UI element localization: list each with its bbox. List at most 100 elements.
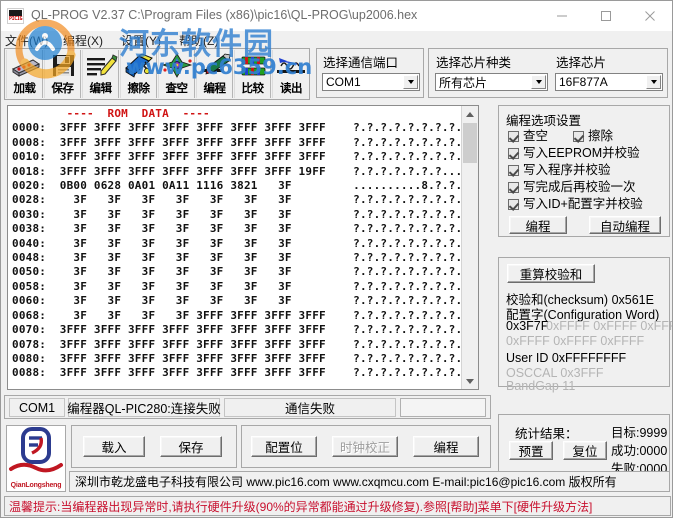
hex-row: 0078: 3FFF 3FFF 3FFF 3FFF 3FFF 3FFF 3FFF… <box>12 337 462 351</box>
toolbar-label-erase: 擦除 <box>127 83 151 95</box>
chip-combobox-value: 16F877A <box>559 75 608 89</box>
chevron-down-icon[interactable] <box>403 75 418 89</box>
program-button[interactable]: 编程 <box>509 216 567 234</box>
stat-target: 目标:9999 <box>611 426 668 440</box>
clock-calibration-button: 时钟校正 <box>332 436 398 457</box>
checkbox-label: 写入程序并校验 <box>523 163 611 177</box>
hex-row: 0018: 3FFF 3FFF 3FFF 3FFF 3FFF 3FFF 3FFF… <box>12 164 462 178</box>
hex-row: 0038: 3F 3F 3F 3F 3F 3F 3F ?.?.?.?.?.?.?… <box>12 222 462 236</box>
device-actions-group: 配置位 时钟校正 编程 <box>241 425 491 468</box>
port-selector-label: 选择通信端口 <box>323 56 399 70</box>
reset-button[interactable]: 复位 <box>563 441 607 460</box>
hex-rows-container: ---- ROM DATA ---- 0000: 3FFF 3FFF 3FFF … <box>8 106 462 389</box>
checkbox-label: 擦除 <box>588 129 614 143</box>
statistics-title: 统计结果： <box>515 427 578 441</box>
checkbox-box <box>508 182 519 193</box>
hex-row: 0010: 3FFF 3FFF 3FFF 3FFF 3FFF 3FFF 3FFF… <box>12 150 462 164</box>
hex-row: 0088: 3FFF 3FFF 3FFF 3FFF 3FFF 3FFF 3FFF… <box>12 366 462 380</box>
checkbox-box <box>508 165 519 176</box>
menu-item-settings[interactable]: 设置(Y) <box>121 32 161 49</box>
rom-data-header: ---- ROM DATA ---- <box>12 107 210 120</box>
erase-icon <box>123 52 156 79</box>
scrollbar-thumb[interactable] <box>463 123 477 163</box>
chip-type-combobox-value: 所有芯片 <box>439 75 488 90</box>
window-controls <box>540 1 672 31</box>
load-icon <box>9 52 42 79</box>
checkbox-write-eeprom-verify[interactable]: 写入EEPROM并校验 <box>508 146 640 160</box>
hex-row: 0040: 3F 3F 3F 3F 3F 3F 3F ?.?.?.?.?.?.?… <box>12 236 462 250</box>
toolbar-button-save[interactable]: 保存 <box>44 50 81 98</box>
program-bottom-button[interactable]: 编程 <box>413 436 479 457</box>
status-device: 编程器QL-PIC280:连接失败 <box>67 398 221 417</box>
toolbar-button-erase[interactable]: 擦除 <box>120 50 157 98</box>
title-bar: PICIG QL-PROG V2.37 C:\Program Files (x8… <box>1 1 672 32</box>
checkbox-label: 写入EEPROM并校验 <box>523 146 640 160</box>
toolbar-button-read[interactable]: 读出 <box>272 50 309 98</box>
hex-row: 0000: 3FFF 3FFF 3FFF 3FFF 3FFF 3FFF 3FFF… <box>12 121 462 135</box>
hex-row: 0008: 3FFF 3FFF 3FFF 3FFF 3FFF 3FFF 3FFF… <box>12 135 462 149</box>
auto-program-button[interactable]: 自动编程 <box>589 216 661 234</box>
chevron-down-icon[interactable] <box>646 75 661 89</box>
menu-item-help[interactable]: 帮助(Z) <box>179 32 218 49</box>
toolbar-button-blankcheck[interactable]: 查空 <box>158 50 195 98</box>
toolbar-label-blankcheck: 查空 <box>165 83 189 95</box>
config-word-line2: 0xFFFF 0xFFFF 0xFFFF <box>506 334 645 348</box>
status-comm: 通信失败 <box>224 398 396 417</box>
checkbox-verify-again[interactable]: 写完成后再校验一次 <box>508 180 636 194</box>
toolbar-button-load[interactable]: 加载 <box>6 50 43 98</box>
program-options-title: 编程选项设置 <box>506 114 582 128</box>
maximize-icon[interactable] <box>584 1 628 31</box>
chip-selector-group: 选择芯片种类 所有芯片 选择芯片 16F877A <box>428 48 668 98</box>
bandgap-value: BandGap 11 <box>506 379 576 393</box>
close-icon[interactable] <box>628 1 672 31</box>
qianlongsheng-mark-icon <box>9 427 63 473</box>
logo-text: QianLongsheng <box>10 482 62 489</box>
chip-combobox[interactable]: 16F877A <box>555 73 663 91</box>
checkbox-erase[interactable]: 擦除 <box>573 129 613 143</box>
checksum-panel: 重算校验和 校验和(checksum) 0x561E 配置字(Configura… <box>498 257 672 393</box>
toolbar-button-compare[interactable]: 比较 <box>234 50 271 98</box>
toolbar-button-edit[interactable]: 编辑 <box>82 50 119 98</box>
checkbox-blankcheck[interactable]: 查空 <box>508 129 548 143</box>
scroll-down-icon[interactable] <box>462 373 478 389</box>
toolbar-label-program: 编程 <box>203 83 227 95</box>
toolbar-label-read: 读出 <box>280 83 303 95</box>
hex-row: 0070: 3FFF 3FFF 3FFF 3FFF 3FFF 3FFF 3FFF… <box>12 323 462 337</box>
toolbar-label-load: 加载 <box>13 83 37 95</box>
app-icon: PICIG <box>7 8 24 24</box>
port-selector-group: 选择通信端口 COM1 <box>316 48 424 98</box>
checkbox-box <box>508 199 519 210</box>
status-progress <box>400 398 486 417</box>
config-word-line1-active: 0x3F7F <box>506 319 549 333</box>
recalc-checksum-button[interactable]: 重算校验和 <box>507 264 595 283</box>
minimize-icon[interactable] <box>540 1 584 31</box>
menu-item-program[interactable]: 编程(X) <box>63 32 103 49</box>
hex-row: 0060: 3F 3F 3F 3F 3F 3F 3F ?.?.?.?.?.?.?… <box>12 294 462 308</box>
osccal-value: OSCCAL 0x3FFF <box>506 366 604 380</box>
load-button[interactable]: 载入 <box>83 436 145 457</box>
hex-data-view[interactable]: ---- ROM DATA ---- 0000: 3FFF 3FFF 3FFF … <box>7 105 479 390</box>
hex-scrollbar[interactable] <box>461 106 478 389</box>
menu-item-file[interactable]: 文件(W) <box>5 32 48 49</box>
chip-type-combobox[interactable]: 所有芯片 <box>435 73 548 91</box>
blankcheck-icon <box>161 52 194 79</box>
application-window: PICIG QL-PROG V2.37 C:\Program Files (x8… <box>0 0 673 518</box>
toolbar-button-program[interactable]: 编程 <box>196 50 233 98</box>
config-bits-button[interactable]: 配置位 <box>251 436 317 457</box>
checkbox-write-program-verify[interactable]: 写入程序并校验 <box>508 163 611 177</box>
compare-icon <box>237 52 270 79</box>
save-button[interactable]: 保存 <box>160 436 222 457</box>
checkbox-box <box>573 131 584 142</box>
chip-label: 选择芯片 <box>556 56 607 70</box>
edit-icon <box>85 52 118 79</box>
scroll-up-icon[interactable] <box>462 106 478 122</box>
chevron-down-icon[interactable] <box>531 75 546 89</box>
checkbox-write-id-config-verify[interactable]: 写入ID+配置字并校验 <box>508 197 643 211</box>
preset-button[interactable]: 预置 <box>509 441 553 460</box>
app-icon-label: PICIG <box>9 16 23 22</box>
port-combobox[interactable]: COM1 <box>322 73 420 91</box>
toolbar: 加载 保存 编辑 擦除 查空 编程 比较 读出 <box>4 48 310 100</box>
toolbar-label-compare: 比较 <box>241 83 265 95</box>
hex-row: 0028: 3F 3F 3F 3F 3F 3F 3F ?.?.?.?.?.?.?… <box>12 193 462 207</box>
user-id-value: User ID 0xFFFFFFFF <box>506 351 627 365</box>
